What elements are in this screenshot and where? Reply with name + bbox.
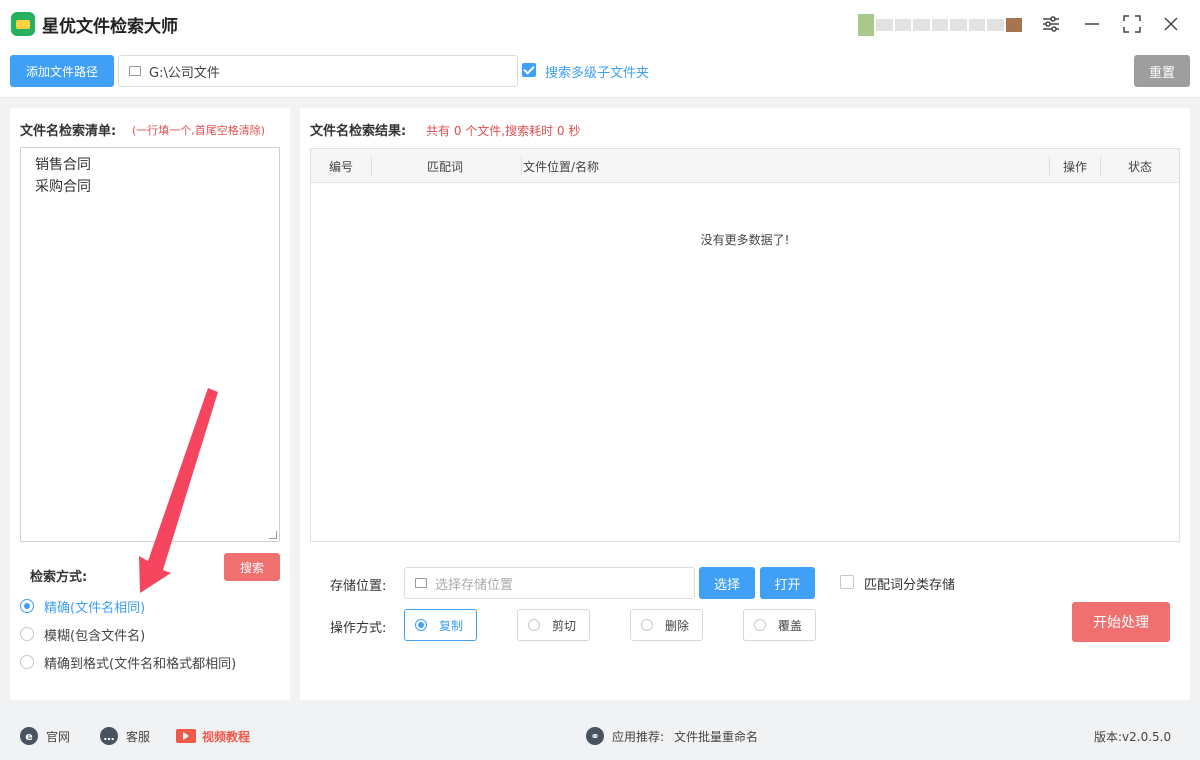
column-header-action: 操作 [1063,159,1088,174]
support-link[interactable]: … 客服 [100,726,150,746]
results-title: 文件名检索结果: [310,124,407,139]
minimize-icon[interactable] [1078,10,1106,38]
radio-icon [641,619,653,631]
start-processing-button[interactable]: 开始处理 [1072,602,1170,642]
video-tutorial-link[interactable]: 视频教程 [176,726,250,746]
results-panel: 文件名检索结果: 共有 0 个文件,搜索耗时 0 秒 编号 匹配词 文件位置/名… [300,108,1190,700]
keyword-list-title: 文件名检索清单: [20,124,117,139]
radio-icon [20,655,34,669]
results-table: 编号 匹配词 文件位置/名称 操作 状态 没有更多数据了! [310,148,1180,542]
user-avatar-blurred[interactable] [858,12,1022,38]
maximize-icon[interactable] [1118,10,1146,38]
toolbar: 添加文件路径 G:\公司文件 搜索多级子文件夹 重置 [0,46,1200,98]
search-subfolders-label[interactable]: 搜索多级子文件夹 [545,62,649,81]
column-header-match: 匹配词 [427,159,464,174]
ie-icon: e [20,727,38,745]
close-icon[interactable] [1157,10,1185,38]
mode-fuzzy-option[interactable]: 模糊(包含文件名) [20,624,145,644]
folder-icon [415,578,427,588]
operation-delete-label: 删除 [665,618,690,633]
resize-handle[interactable] [269,531,277,539]
footer: e 官网 … 客服 视频教程 ⚭ 应用推荐: 文件批量重命名 版本:v2.0.5… [0,712,1200,760]
mode-exact-option[interactable]: 精确(文件名相同) [20,596,145,616]
website-link[interactable]: e 官网 [20,726,70,746]
radio-icon [528,619,540,631]
empty-state-text: 没有更多数据了! [700,233,790,247]
radio-icon [415,619,427,631]
website-label: 官网 [46,729,71,744]
operation-overwrite-label: 覆盖 [778,618,803,633]
support-label: 客服 [126,729,151,744]
column-header-path: 文件位置/名称 [523,159,600,174]
keyword-list-hint: (一行填一个,首尾空格清除) [132,124,266,137]
add-file-path-button[interactable]: 添加文件路径 [10,55,114,87]
operation-cut-label: 剪切 [552,618,577,633]
search-button[interactable]: 搜索 [224,553,280,581]
path-value: G:\公司文件 [149,65,220,81]
video-tutorial-label: 视频教程 [202,729,251,744]
recommend-app[interactable]: ⚭ 应用推荐: 文件批量重命名 [586,726,758,746]
mode-exact-format-option[interactable]: 精确到格式(文件名和格式都相同) [20,652,236,672]
radio-icon [20,599,34,613]
results-summary: 共有 0 个文件,搜索耗时 0 秒 [426,124,581,138]
operation-copy-option[interactable]: 复制 [404,609,477,641]
mode-exact-format-label: 精确到格式(文件名和格式都相同) [44,656,237,672]
operation-cut-option[interactable]: 剪切 [517,609,590,641]
link-icon: ⚭ [586,727,604,745]
store-location-placeholder: 选择存储位置 [435,577,514,593]
settings-sliders-icon[interactable] [1037,10,1065,38]
classify-storage-label[interactable]: 匹配词分类存储 [864,574,955,593]
title-bar: 星优文件检索大师 [0,0,1200,46]
version-text: 版本:v2.0.5.0 [1094,729,1172,744]
app-logo-icon [11,12,35,36]
recommend-label: 应用推荐: [612,729,665,744]
radio-icon [754,619,766,631]
keyword-line: 销售合同 [35,157,91,173]
store-location-label: 存储位置: [330,579,387,594]
classify-storage-checkbox[interactable] [840,575,854,589]
folder-icon [129,66,141,76]
mode-exact-label: 精确(文件名相同) [44,600,146,616]
video-icon [176,729,196,743]
mode-fuzzy-label: 模糊(包含文件名) [44,628,146,644]
keyword-line: 采购合同 [35,179,91,195]
operation-copy-label: 复制 [439,618,464,633]
open-location-button[interactable]: 打开 [760,567,815,599]
operation-mode-label: 操作方式: [330,621,387,636]
search-mode-title: 检索方式: [30,570,88,585]
column-header-index: 编号 [329,159,354,174]
search-subfolders-checkbox[interactable] [522,63,536,77]
app-title: 星优文件检索大师 [42,17,178,37]
chat-icon: … [100,727,118,745]
table-header: 编号 匹配词 文件位置/名称 操作 状态 [311,149,1179,183]
keyword-panel: 文件名检索清单: (一行填一个,首尾空格清除) 销售合同 采购合同 搜索 检索方… [10,108,290,700]
store-location-input[interactable]: 选择存储位置 [404,567,695,599]
operation-overwrite-option[interactable]: 覆盖 [743,609,816,641]
column-header-status: 状态 [1128,159,1153,174]
recommend-app-name[interactable]: 文件批量重命名 [674,728,758,745]
operation-delete-option[interactable]: 删除 [630,609,703,641]
path-input[interactable]: G:\公司文件 [118,55,518,87]
keyword-textarea[interactable]: 销售合同 采购合同 [20,147,280,542]
choose-location-button[interactable]: 选择 [699,567,755,599]
radio-icon [20,627,34,641]
reset-button[interactable]: 重置 [1134,55,1190,87]
